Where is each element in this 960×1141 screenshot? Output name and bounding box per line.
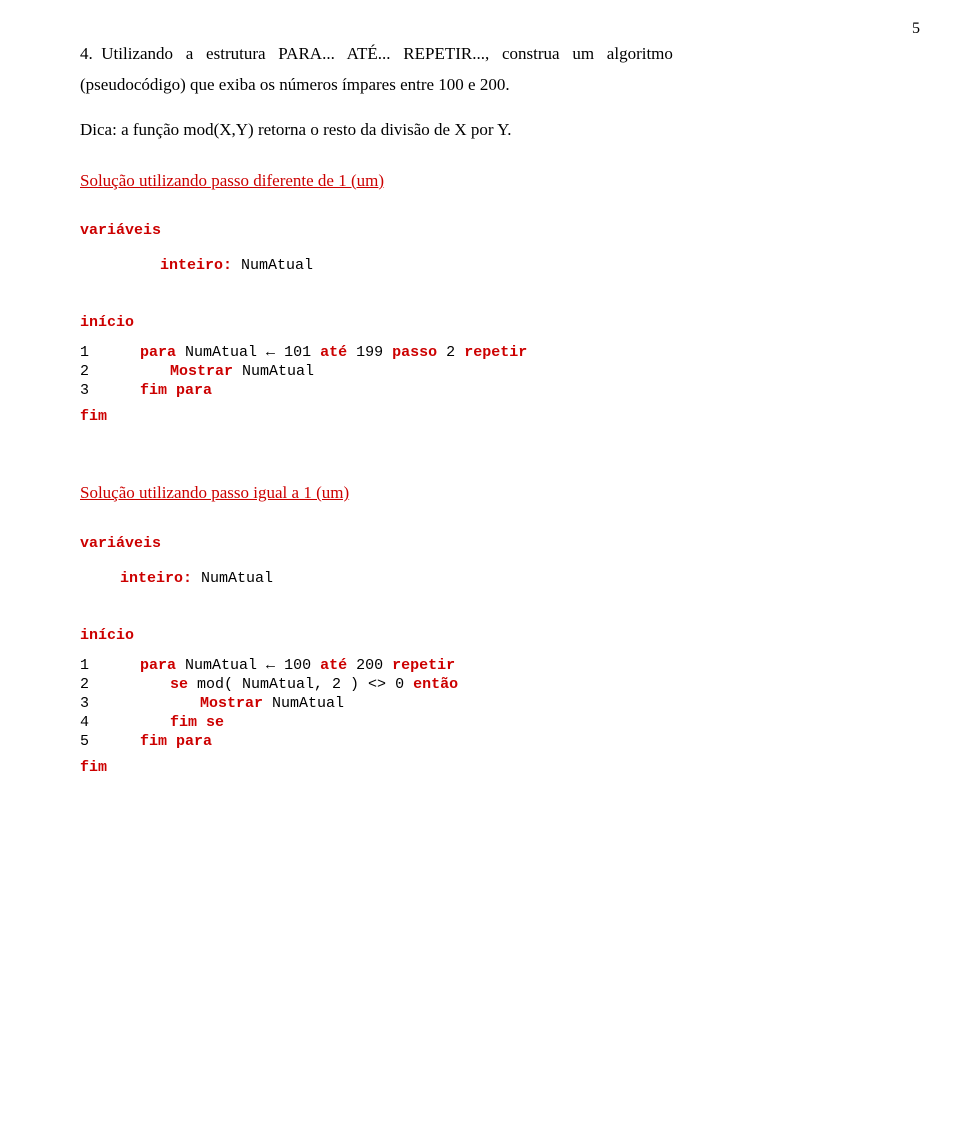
line-number-1-2: 2 (80, 363, 110, 380)
code-line-2-1: 1 para NumAtual ← 100 até 200 repetir (80, 657, 900, 674)
numatual-var-2: NumAtual (201, 570, 273, 587)
code-line-1-1: 1 para NumAtual ← 101 até 199 passo 2 re… (80, 344, 900, 361)
line-content-1-2: Mostrar NumAtual (110, 363, 314, 380)
code-line-2-5: 5 fim para (80, 733, 900, 750)
inteiro-keyword-2: inteiro: (120, 570, 192, 587)
solution2-block: Solução utilizando passo igual a 1 (um) … (80, 480, 900, 781)
inteiro-keyword-1: inteiro: (160, 257, 232, 274)
line-number-2-2: 2 (80, 676, 110, 693)
line-content-2-4: fim se (110, 714, 224, 731)
solution1-variables: variáveis inteiro: NumAtual (80, 217, 900, 279)
line-number-2-5: 5 (80, 733, 110, 750)
hint-text: Dica: a função mod(X,Y) retorna o resto … (80, 116, 900, 143)
solution2-variables: variáveis inteiro: NumAtual (80, 530, 900, 592)
line-content-2-5: fim para (110, 733, 212, 750)
solution2-code: início 1 para NumAtual ← 100 até 200 rep… (80, 622, 900, 781)
solution2-title: Solução utilizando passo igual a 1 (um) (80, 480, 900, 506)
code-line-2-3: 3 Mostrar NumAtual (80, 695, 900, 712)
line-content-1-3: fim para (110, 382, 212, 399)
question-text-line2: (pseudocódigo) que exiba os números ímpa… (80, 71, 900, 98)
solution1-title: Solução utilizando passo diferente de 1 … (80, 168, 900, 194)
inicio-keyword-1: início (80, 314, 134, 331)
line-content-2-2: se mod( NumAtual, 2 ) <> 0 então (110, 676, 458, 693)
inicio-keyword-2: início (80, 627, 134, 644)
fim-keyword-2: fim (80, 759, 107, 776)
line-number-2-4: 4 (80, 714, 110, 731)
line-number-2-1: 1 (80, 657, 110, 674)
variables-keyword-1: variáveis (80, 222, 161, 239)
line-content-2-1: para NumAtual ← 100 até 200 repetir (110, 657, 455, 674)
variables-keyword-2: variáveis (80, 535, 161, 552)
numatual-var-1: NumAtual (241, 257, 313, 274)
code-line-1-2: 2 Mostrar NumAtual (80, 363, 900, 380)
fim-keyword-1: fim (80, 408, 107, 425)
question-block: 4. Utilizando a estrutura PARA... ATÉ...… (80, 40, 900, 144)
line-content-2-3: Mostrar NumAtual (110, 695, 344, 712)
code-line-2-4: 4 fim se (80, 714, 900, 731)
solution1-code: início 1 para NumAtual ← 101 até 199 pas… (80, 309, 900, 430)
code-line-2-2: 2 se mod( NumAtual, 2 ) <> 0 então (80, 676, 900, 693)
solution1-block: Solução utilizando passo diferente de 1 … (80, 168, 900, 431)
line-number-1-3: 3 (80, 382, 110, 399)
code-line-1-3: 3 fim para (80, 382, 900, 399)
line-number-2-3: 3 (80, 695, 110, 712)
page-number: 5 (912, 20, 920, 38)
question-text-line1: 4. Utilizando a estrutura PARA... ATÉ...… (80, 40, 900, 67)
line-number-1-1: 1 (80, 344, 110, 361)
line-content-1-1: para NumAtual ← 101 até 199 passo 2 repe… (110, 344, 527, 361)
